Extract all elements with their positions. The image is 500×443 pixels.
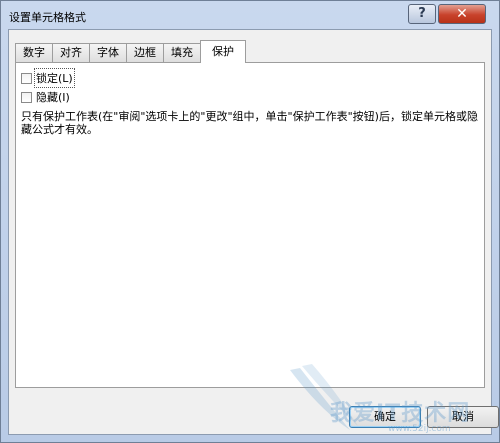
- dialog-title: 设置单元格格式: [9, 11, 86, 24]
- hidden-option[interactable]: 隐藏(I): [21, 90, 70, 104]
- tab-border[interactable]: 边框: [126, 43, 164, 62]
- tab-fill[interactable]: 填充: [163, 43, 201, 62]
- title-bar[interactable]: 设置单元格格式 ? ✕: [1, 1, 499, 29]
- watermark-url: www.52ij.com: [388, 424, 451, 434]
- locked-checkbox[interactable]: [21, 72, 32, 84]
- help-button[interactable]: ?: [408, 4, 436, 24]
- close-button[interactable]: ✕: [438, 4, 486, 24]
- protection-description: 只有保护工作表(在"审阅"选项卡上的"更改"组中，单击"保护工作表"按钮)后，锁…: [21, 110, 478, 136]
- hidden-label[interactable]: 隐藏(I): [36, 89, 70, 105]
- tab-number[interactable]: 数字: [15, 43, 53, 62]
- help-icon: ?: [418, 6, 426, 21]
- locked-option[interactable]: 锁定(L): [21, 68, 75, 88]
- hidden-checkbox[interactable]: [21, 91, 32, 103]
- locked-label[interactable]: 锁定(L): [34, 68, 75, 88]
- watermark-text: 我爱IT技术网: [330, 401, 471, 426]
- tab-alignment[interactable]: 对齐: [52, 43, 90, 62]
- tab-protection[interactable]: 保护: [200, 40, 246, 63]
- protection-panel: 锁定(L) 隐藏(I) 只有保护工作表(在"审阅"选项卡上的"更改"组中，单击"…: [15, 62, 485, 388]
- tab-font[interactable]: 字体: [89, 43, 127, 62]
- format-cells-dialog: 设置单元格格式 ? ✕ 数字 对齐 字体 边框 填充 保护 锁定(L) 隐藏(I…: [0, 0, 500, 443]
- dialog-client-area: 数字 对齐 字体 边框 填充 保护 锁定(L) 隐藏(I) 只有保护工作表(在"…: [8, 29, 499, 435]
- close-icon: ✕: [456, 6, 468, 22]
